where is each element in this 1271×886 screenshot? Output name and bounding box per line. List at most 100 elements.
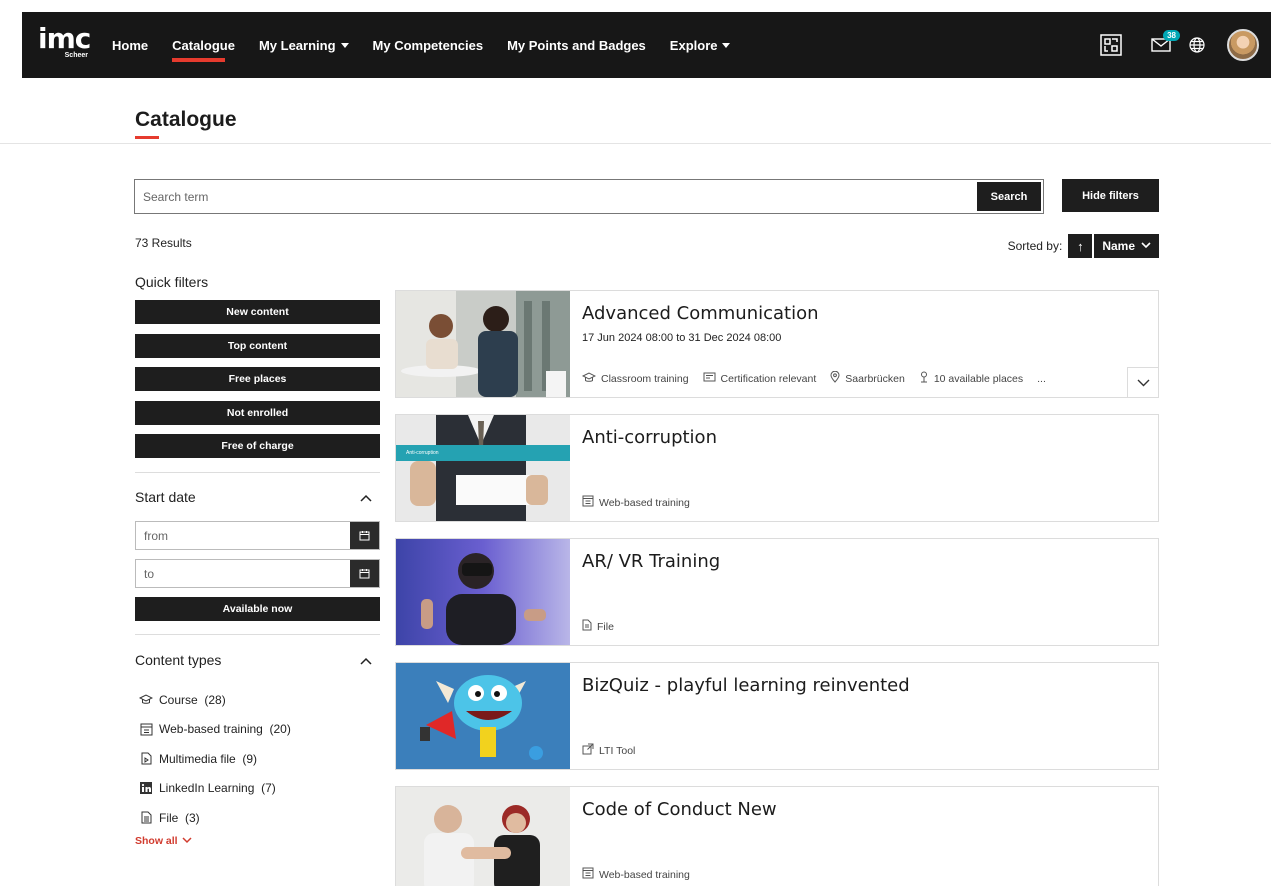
- mail-icon[interactable]: 38: [1151, 30, 1180, 53]
- title-underline: [135, 136, 159, 139]
- card-meta: File: [582, 619, 628, 634]
- content-type-count: (28): [204, 692, 226, 707]
- show-all-label: Show all: [135, 834, 178, 847]
- catalogue-card-anti-corruption[interactable]: Anti-corruption Anti-corruption Web-base…: [395, 414, 1159, 522]
- from-date-input[interactable]: [144, 522, 344, 549]
- meta-content-type: File: [582, 619, 614, 634]
- sort-label: Sorted by:: [1007, 239, 1063, 253]
- chevron-up-icon: [360, 489, 372, 505]
- meta-location: Saarbrücken: [830, 370, 905, 386]
- content-types-list: Course (28) Web-based training (20) Mult…: [135, 685, 380, 847]
- nav-label: Catalogue: [172, 37, 235, 53]
- search-box: Search: [134, 179, 1044, 214]
- quick-filter-top-content[interactable]: Top content: [135, 333, 380, 358]
- logo-text: imc: [38, 22, 91, 55]
- card-thumbnail: [396, 539, 570, 645]
- content-type-file[interactable]: File (3): [135, 803, 380, 833]
- meta-label: File: [597, 620, 614, 633]
- sort-direction-button[interactable]: ↑: [1068, 234, 1093, 258]
- card-thumbnail: [396, 787, 570, 886]
- card-thumbnail: [396, 291, 570, 397]
- available-now-button[interactable]: Available now: [135, 597, 380, 621]
- content-type-multimedia-file[interactable]: Multimedia file (9): [135, 744, 380, 774]
- catalogue-card-ar-vr-training[interactable]: AR/ VR Training File: [395, 538, 1159, 646]
- content-type-web-based-training[interactable]: Web-based training (20): [135, 715, 380, 745]
- nav-label: My Competencies: [372, 37, 484, 53]
- catalogue-card-bizquiz[interactable]: BizQuiz - playful learning reinvented LT…: [395, 662, 1159, 770]
- content-type-count: (9): [242, 751, 258, 766]
- meta-label: Web-based training: [599, 496, 690, 509]
- linkedin-icon: [139, 781, 153, 795]
- show-all-link[interactable]: Show all: [135, 835, 380, 847]
- card-title[interactable]: Code of Conduct New: [582, 799, 777, 820]
- card-thumbnail: [396, 663, 570, 769]
- page-title: Catalogue: [135, 108, 237, 131]
- web-training-icon: [582, 495, 594, 510]
- to-date-input[interactable]: [144, 560, 344, 587]
- top-navbar: imc Scheer Home Catalogue My Learning My…: [22, 12, 1271, 78]
- search-input[interactable]: [143, 180, 963, 213]
- meta-label: Classroom training: [601, 372, 689, 385]
- content-type-label: File: [159, 810, 179, 825]
- messages-badge: 38: [1163, 30, 1180, 41]
- quick-filter-free-places[interactable]: Free places: [135, 367, 380, 391]
- avatar: [1227, 29, 1259, 61]
- file-icon: [582, 619, 592, 634]
- start-date-to-field: [135, 559, 380, 588]
- meta-label: 10 available places: [933, 372, 1024, 385]
- nav-label: Home: [112, 37, 149, 53]
- meta-label: Certification relevant: [720, 372, 817, 385]
- content-type-label: Web-based training: [159, 722, 263, 737]
- card-meta: Web-based training: [582, 495, 704, 510]
- card-title[interactable]: BizQuiz - playful learning reinvented: [582, 675, 910, 696]
- calendar-icon[interactable]: [350, 522, 379, 549]
- nav-item-home[interactable]: Home: [112, 38, 148, 53]
- content-type-count: (20): [269, 722, 291, 737]
- chevron-up-icon: [360, 652, 372, 668]
- nav-label: Explore: [669, 37, 718, 53]
- nav-item-my-competencies[interactable]: My Competencies: [373, 38, 484, 53]
- card-title[interactable]: AR/ VR Training: [582, 551, 720, 572]
- card-title[interactable]: Anti-corruption: [582, 427, 717, 448]
- content-type-linkedin-learning[interactable]: LinkedIn Learning (7): [135, 774, 380, 804]
- quick-filter-new-content[interactable]: New content: [135, 300, 380, 324]
- calendar-icon[interactable]: [350, 560, 379, 587]
- places-icon: [919, 371, 929, 386]
- content-types-section-toggle[interactable]: Content types: [135, 635, 380, 685]
- search-button[interactable]: Search: [977, 182, 1041, 211]
- nav-utilities: 38: [1077, 12, 1259, 78]
- card-date-range: 17 Jun 2024 08:00 to 31 Dec 2024 08:00: [582, 332, 782, 344]
- content-type-label: LinkedIn Learning: [159, 781, 255, 796]
- filter-sidebar: Quick filters New content Top content Fr…: [135, 274, 380, 847]
- web-training-icon: [582, 867, 594, 882]
- start-date-section-toggle[interactable]: Start date: [135, 473, 380, 521]
- main-nav: Home Catalogue My Learning My Competenci…: [112, 12, 754, 78]
- user-avatar[interactable]: [1227, 29, 1259, 61]
- card-meta: Web-based training: [582, 867, 704, 882]
- nav-item-points-badges[interactable]: My Points and Badges: [507, 38, 646, 53]
- sort-field-dropdown[interactable]: Name: [1094, 234, 1159, 258]
- file-icon: [139, 811, 153, 825]
- card-expand-button[interactable]: [1127, 367, 1159, 398]
- hide-filters-button[interactable]: Hide filters: [1062, 179, 1159, 212]
- results-count: 73 Results: [135, 236, 192, 250]
- nav-item-my-learning[interactable]: My Learning: [259, 38, 349, 53]
- nav-item-catalogue[interactable]: Catalogue: [172, 37, 235, 62]
- content-type-course[interactable]: Course (28): [135, 685, 380, 715]
- globe-icon[interactable]: [1189, 37, 1205, 53]
- card-thumbnail: Anti-corruption: [396, 415, 570, 521]
- imc-logo[interactable]: imc Scheer: [38, 22, 91, 64]
- quick-filter-free-of-charge[interactable]: Free of charge: [135, 434, 380, 458]
- catalogue-card-code-of-conduct[interactable]: Code of Conduct New Web-based training: [395, 786, 1159, 886]
- content-types-title: Content types: [135, 652, 222, 668]
- nav-item-explore[interactable]: Explore: [670, 38, 731, 53]
- card-title[interactable]: Advanced Communication: [582, 303, 819, 324]
- lti-tool-icon: [582, 743, 594, 758]
- quick-filter-not-enrolled[interactable]: Not enrolled: [135, 400, 380, 425]
- meta-label: Web-based training: [599, 868, 690, 881]
- nav-label: My Points and Badges: [507, 37, 646, 53]
- qr-scan-icon[interactable]: [1099, 33, 1123, 57]
- catalogue-card-advanced-communication[interactable]: Advanced Communication 17 Jun 2024 08:00…: [395, 290, 1159, 398]
- card-meta: LTI Tool: [582, 743, 649, 758]
- start-date-title: Start date: [135, 489, 196, 505]
